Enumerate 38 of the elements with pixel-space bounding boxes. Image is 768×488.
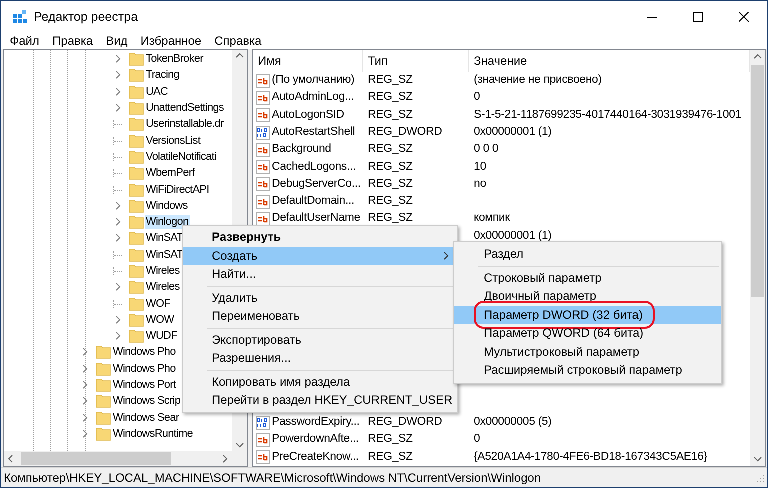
value-name: CachedLogons... (272, 160, 356, 174)
value-name: AutoAdminLog... (272, 90, 354, 106)
value-data: no (474, 178, 486, 190)
window-title: Редактор реестра (34, 8, 138, 26)
value-type: REG_SZ (368, 212, 413, 224)
value-data: S-1-5-21-1187699235-4017440164-3031939476-1001 (474, 108, 742, 121)
value-data: 10 (474, 160, 486, 172)
value-type: REG_DWORD (368, 416, 442, 428)
status-path: Компьютер\HKEY_LOCAL_MACHINE\SOFTWARE\Microsoft\Windows NT\CurrentVersion\Winlogon (4, 470, 542, 486)
value-name: (По умолчанию) (272, 73, 355, 88)
value-data: компик (474, 212, 510, 224)
value-name: DebugServerCo... (272, 176, 361, 192)
value-type: REG_SZ (368, 74, 413, 86)
value-data: 0x00000005 (5) (474, 416, 552, 428)
value-data: {A520A1A4-1780-4FE6-BD18-167343C5AE16} (474, 450, 708, 463)
value-type: REG_SZ (368, 178, 413, 190)
value-data: 0x00000001 (1) (474, 126, 552, 138)
value-name: DefaultUserName (272, 211, 360, 226)
value-type: REG_SZ (368, 160, 413, 172)
value-name: Background (272, 142, 332, 158)
value-name: PowerdownAfte... (272, 432, 359, 448)
value-name: AutoLogonSID (272, 108, 344, 123)
value-type: REG_SZ (368, 195, 413, 208)
value-data: 0x00000001 (1) (474, 230, 552, 242)
value-data: 0 0 0 (474, 143, 499, 156)
value-name: PreCreateKnow... (272, 450, 359, 465)
value-type: REG_SZ (368, 450, 413, 463)
value-data: 0 (474, 433, 480, 446)
value-data: 0 (474, 91, 480, 104)
value-name: PasswordExpiry... (272, 415, 360, 430)
value-type: REG_SZ (368, 433, 413, 446)
value-type: REG_SZ (368, 143, 413, 156)
value-name: DefaultDomain... (272, 194, 354, 210)
value-name: AutoRestartShell (272, 124, 356, 140)
value-type: REG_DWORD (368, 126, 442, 138)
value-type: REG_SZ (368, 108, 413, 121)
value-data: (значение не присвоено) (474, 74, 602, 86)
value-type: REG_SZ (368, 91, 413, 104)
